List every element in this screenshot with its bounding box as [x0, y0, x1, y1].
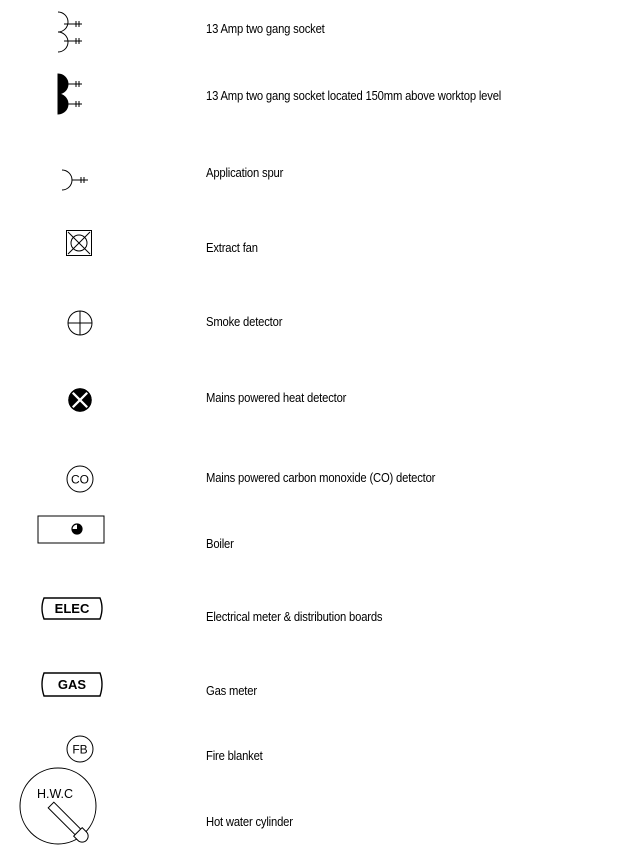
- legend-label-boiler: Boiler: [206, 537, 234, 551]
- legend-label-fire-blanket: Fire blanket: [206, 749, 263, 763]
- heat-detector-icon: [68, 388, 92, 412]
- gas-code-text: GAS: [58, 677, 87, 692]
- legend-label-co-detector: Mains powered carbon monoxide (CO) detec…: [206, 471, 436, 485]
- co-detector-icon: CO: [66, 465, 94, 493]
- electrical-meter-icon: ELEC: [41, 597, 103, 620]
- fire-blanket-icon: FB: [66, 735, 94, 763]
- extract-fan-icon: [66, 230, 92, 256]
- fb-code-text: FB: [72, 743, 87, 757]
- hwc-code-text: H.W.C: [37, 787, 73, 801]
- legend-label-electrical-meter: Electrical meter & distribution boards: [206, 610, 383, 624]
- legend-label-two-gang-socket: 13 Amp two gang socket: [206, 22, 325, 36]
- legend-label-two-gang-socket-worktop: 13 Amp two gang socket located 150mm abo…: [206, 89, 502, 103]
- co-code-text: CO: [71, 473, 89, 487]
- legend-label-gas-meter: Gas meter: [206, 684, 257, 698]
- legend-label-extract-fan: Extract fan: [206, 241, 258, 255]
- legend-label-smoke-detector: Smoke detector: [206, 315, 283, 329]
- application-spur-icon: [61, 169, 88, 191]
- two-gang-socket-worktop-icon: [57, 73, 82, 115]
- legend-label-application-spur: Application spur: [206, 166, 284, 180]
- smoke-detector-icon: [67, 310, 93, 336]
- hot-water-cylinder-icon: H.W.C: [19, 767, 97, 845]
- gas-meter-icon: GAS: [41, 672, 103, 697]
- boiler-icon: [37, 515, 105, 544]
- elec-code-text: ELEC: [55, 601, 90, 616]
- legend-label-hot-water-cylinder: Hot water cylinder: [206, 815, 293, 829]
- two-gang-socket-icon: [57, 11, 82, 53]
- legend-label-heat-detector: Mains powered heat detector: [206, 391, 347, 405]
